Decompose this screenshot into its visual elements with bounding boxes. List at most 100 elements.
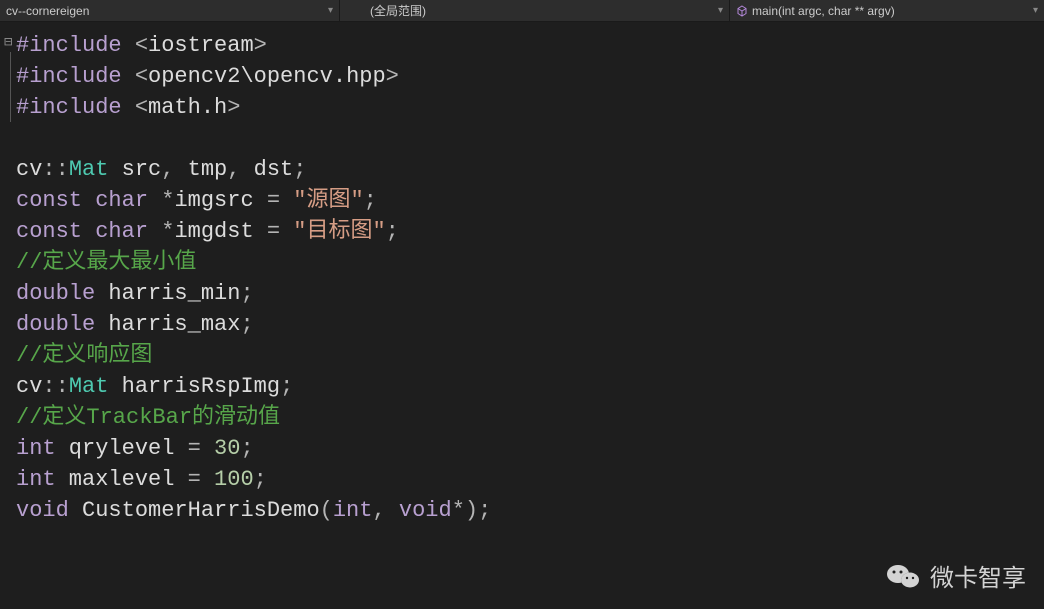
code-token-ident: tmp (174, 157, 227, 182)
chevron-down-icon: ▾ (328, 5, 333, 16)
code-token-ident: math.h (148, 95, 227, 120)
code-token-str: "源图" (293, 188, 363, 213)
code-token-comment: //定义响应图 (16, 343, 152, 368)
code-line[interactable]: #include <iostream> (8, 30, 1044, 61)
code-token-kw: char (95, 188, 148, 213)
code-token-ident (201, 436, 214, 461)
code-token-op: = (267, 188, 280, 213)
code-line[interactable]: //定义响应图 (8, 340, 1044, 371)
code-token-comment: //定义最大最小值 (16, 250, 196, 275)
code-token-op: :: (42, 374, 68, 399)
code-token-op: > (386, 64, 399, 89)
code-token-ident: CustomerHarrisDemo (69, 498, 320, 523)
code-line[interactable]: int qrylevel = 30; (8, 433, 1044, 464)
code-token-op: ; (240, 281, 253, 306)
code-token-op: ; (254, 467, 267, 492)
code-token-str: "目标图" (293, 219, 385, 244)
code-token-type: Mat (69, 374, 109, 399)
code-token-ident: harris_max (95, 312, 240, 337)
chevron-down-icon: ▾ (718, 5, 723, 16)
code-token-op: ; (240, 436, 253, 461)
code-token-kw: int (16, 467, 56, 492)
fold-marker-icon[interactable]: ⊟ (4, 34, 12, 51)
code-token-op: ; (240, 312, 253, 337)
code-token-kw: double (16, 312, 95, 337)
code-token-kw: int (16, 436, 56, 461)
chevron-down-icon: ▾ (1033, 5, 1038, 16)
code-token-ident (148, 219, 161, 244)
code-token-ident: qrylevel (56, 436, 188, 461)
code-token-op: * (161, 188, 174, 213)
code-token-ident: iostream (148, 33, 254, 58)
code-token-op: ; (293, 157, 306, 182)
code-line[interactable]: double harris_min; (8, 278, 1044, 309)
code-line[interactable]: void CustomerHarrisDemo(int, void*); (8, 495, 1044, 526)
code-line[interactable] (8, 123, 1044, 154)
watermark-text: 微卡智享 (930, 558, 1026, 593)
code-token-op: ; (280, 374, 293, 399)
function-dropdown-label: main(int argc, char ** argv) (752, 4, 895, 18)
code-line[interactable]: //定义最大最小值 (8, 247, 1044, 278)
scope-dropdown[interactable]: (全局范围) ▾ (340, 0, 730, 21)
code-token-num: 30 (214, 436, 240, 461)
code-token-op: < (135, 64, 148, 89)
code-line[interactable]: cv::Mat src, tmp, dst; (8, 154, 1044, 185)
code-token-ident (148, 188, 161, 213)
code-token-op: > (254, 33, 267, 58)
code-token-op: < (135, 95, 148, 120)
code-token-ident (280, 219, 293, 244)
function-dropdown[interactable]: main(int argc, char ** argv) ▾ (730, 0, 1044, 21)
code-line[interactable]: double harris_max; (8, 309, 1044, 340)
code-line[interactable]: const char *imgdst = "目标图"; (8, 216, 1044, 247)
code-token-ident (122, 33, 135, 58)
scope-dropdown-label: (全局范围) (370, 2, 426, 19)
watermark: 微卡智享 (886, 558, 1026, 593)
code-token-ident (201, 467, 214, 492)
code-token-ident: harrisRspImg (108, 374, 280, 399)
code-token-op: * (161, 219, 174, 244)
code-line[interactable]: #include <math.h> (8, 92, 1044, 123)
code-token-op: , (372, 498, 385, 523)
code-line[interactable]: const char *imgsrc = "源图"; (8, 185, 1044, 216)
code-token-kw: char (95, 219, 148, 244)
code-token-kw: double (16, 281, 95, 306)
code-token-op: ; (364, 188, 377, 213)
wechat-icon (886, 562, 920, 590)
code-token-op: , (161, 157, 174, 182)
code-token-ident: cv (16, 157, 42, 182)
code-token-type: Mat (69, 157, 109, 182)
code-token-ident: dst (240, 157, 293, 182)
code-token-kw: #include (16, 95, 122, 120)
code-token-ident (280, 188, 293, 213)
code-token-op: = (267, 219, 280, 244)
code-line[interactable]: cv::Mat harrisRspImg; (8, 371, 1044, 402)
code-token-ident (122, 95, 135, 120)
fold-guide-line (10, 52, 11, 122)
code-token-kw: #include (16, 64, 122, 89)
code-token-ident (82, 188, 95, 213)
code-token-op: < (135, 33, 148, 58)
code-token-ident: opencv2\opencv.hpp (148, 64, 386, 89)
code-token-ident (82, 219, 95, 244)
code-token-op: :: (42, 157, 68, 182)
code-token-kw: const (16, 188, 82, 213)
code-line[interactable]: //定义TrackBar的滑动值 (8, 402, 1044, 433)
code-token-kw: #include (16, 33, 122, 58)
code-line[interactable]: int maxlevel = 100; (8, 464, 1044, 495)
code-token-kw: int (333, 498, 373, 523)
code-token-ident: src (108, 157, 161, 182)
code-token-op: = (188, 467, 201, 492)
code-line[interactable]: #include <opencv2\opencv.hpp> (8, 61, 1044, 92)
code-token-ident: cv (16, 374, 42, 399)
project-dropdown[interactable]: cv--cornereigen ▾ (0, 0, 340, 21)
code-token-ident (386, 498, 399, 523)
function-icon (736, 5, 748, 17)
code-token-num: 100 (214, 467, 254, 492)
code-editor[interactable]: #include <iostream>#include <opencv2\ope… (0, 22, 1044, 526)
code-token-kw: const (16, 219, 82, 244)
navigation-toolbar: cv--cornereigen ▾ (全局范围) ▾ main(int argc… (0, 0, 1044, 22)
code-token-kw: void (16, 498, 69, 523)
code-token-op: , (227, 157, 240, 182)
code-token-ident: harris_min (95, 281, 240, 306)
code-token-ident: imgdst (174, 219, 266, 244)
